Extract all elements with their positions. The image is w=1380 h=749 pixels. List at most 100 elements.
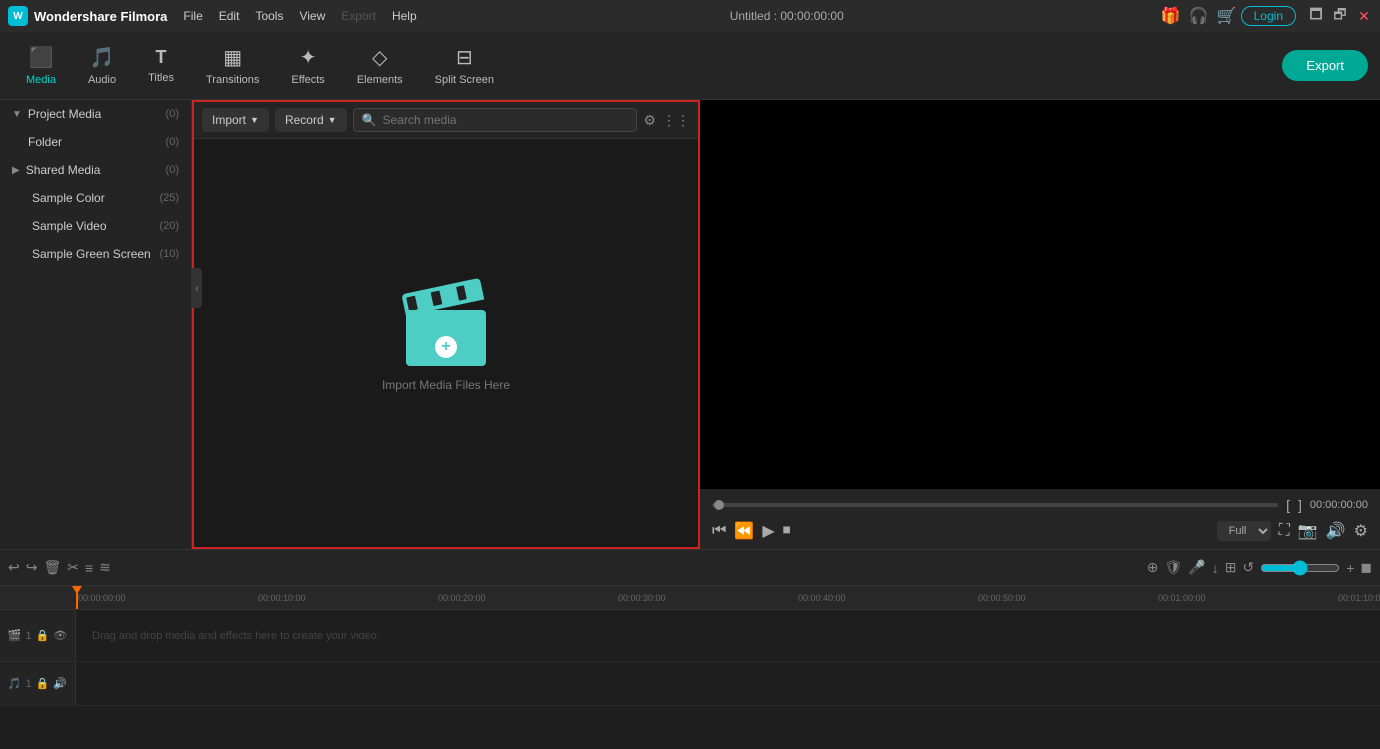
app-logo: W Wondershare Filmora bbox=[8, 6, 167, 26]
lock-icon[interactable]: 🔒 bbox=[36, 629, 50, 642]
sidebar-item-project-media[interactable]: ▼ Project Media (0) bbox=[0, 100, 191, 128]
seeker-dot[interactable] bbox=[714, 500, 724, 510]
frame-back-button[interactable]: ⏪ bbox=[734, 521, 754, 541]
volume-button[interactable]: 🔊 bbox=[1326, 521, 1346, 541]
stop-button[interactable]: ⏹ bbox=[783, 522, 791, 540]
sidebar-item-sample-video[interactable]: Sample Video (20) bbox=[0, 212, 191, 240]
video-track-body[interactable]: Drag and drop media and effects here to … bbox=[76, 610, 1380, 661]
menu-edit[interactable]: Edit bbox=[219, 9, 240, 23]
preview-panel: [ ] 00:00:00:00 ⏮ ⏪ ▶ ⏹ Full 1/2 1/4 ⛶ 📷… bbox=[700, 100, 1380, 549]
track-settings-button[interactable]: ⊞ bbox=[1225, 559, 1237, 576]
screenshot-button[interactable]: 📷 bbox=[1298, 521, 1318, 541]
sidebar-item-folder[interactable]: Folder (0) bbox=[0, 128, 191, 156]
toolbar-elements[interactable]: ◇ Elements bbox=[343, 39, 417, 92]
mark-button[interactable]: ◼ bbox=[1360, 559, 1372, 576]
play-button[interactable]: ▶ bbox=[762, 521, 774, 541]
elements-label: Elements bbox=[357, 74, 403, 86]
close-icon[interactable]: ✕ bbox=[1356, 8, 1372, 24]
redo-button[interactable]: ↪ bbox=[26, 559, 38, 576]
loop-button[interactable]: ↺ bbox=[1242, 559, 1254, 576]
login-button[interactable]: Login bbox=[1241, 6, 1296, 26]
ripple-button[interactable]: ≋ bbox=[99, 559, 111, 576]
title-bar: W Wondershare Filmora File Edit Tools Vi… bbox=[0, 0, 1380, 32]
menu-bar: File Edit Tools View Export Help bbox=[183, 9, 416, 23]
snap-button[interactable]: ⊕ bbox=[1147, 559, 1159, 576]
cart-icon[interactable]: 🛒 bbox=[1217, 6, 1237, 26]
delete-button[interactable]: 🗑 bbox=[43, 559, 61, 576]
ruler-mark-4: 00:00:40:00 bbox=[796, 593, 976, 603]
media-icon: ⬛ bbox=[29, 45, 54, 70]
headset-icon[interactable]: 🎧 bbox=[1189, 6, 1209, 26]
sidebar-item-sample-color[interactable]: Sample Color (25) bbox=[0, 184, 191, 212]
window-controls: 🗖 🗗 ✕ bbox=[1308, 8, 1372, 24]
record-button[interactable]: Record ▼ bbox=[275, 108, 347, 132]
video-track-header: 🎬 1 🔒 👁 bbox=[0, 610, 76, 661]
search-box[interactable]: 🔍 bbox=[353, 108, 638, 132]
project-media-count: (0) bbox=[166, 108, 179, 120]
zoom-in-button[interactable]: + bbox=[1346, 560, 1354, 576]
toolbar-transitions[interactable]: ▦ Transitions bbox=[192, 39, 273, 92]
mic-button[interactable]: 🎤 bbox=[1188, 559, 1205, 576]
audio-lock-icon[interactable]: 🔒 bbox=[36, 677, 50, 690]
record-label: Record bbox=[285, 113, 324, 127]
toolbar-titles[interactable]: T Titles bbox=[134, 41, 188, 90]
menu-file[interactable]: File bbox=[183, 9, 202, 23]
project-media-label: Project Media bbox=[28, 107, 162, 121]
fullscreen-button[interactable]: ⛶ bbox=[1279, 522, 1290, 540]
main-toolbar: ⬛ Media 🎵 Audio T Titles ▦ Transitions ✦… bbox=[0, 32, 1380, 100]
settings-button[interactable]: ⚙ bbox=[1354, 521, 1368, 541]
sidebar-item-sample-green-screen[interactable]: Sample Green Screen (10) bbox=[0, 240, 191, 268]
video-track-num: 🎬 bbox=[8, 629, 22, 642]
audio-track-header: 🎵 1 🔒 🔊 bbox=[0, 662, 76, 705]
in-point-bracket[interactable]: [ bbox=[1286, 497, 1290, 513]
collapse-arrow-icon: ▶ bbox=[12, 165, 20, 176]
toolbar-split-screen[interactable]: ⊟ Split Screen bbox=[421, 39, 508, 92]
timeline-ruler: 00:00:00:00 00:00:10:00 00:00:20:00 00:0… bbox=[0, 586, 1380, 610]
audio-track-icon: 🎵 bbox=[8, 677, 22, 690]
step-back-button[interactable]: ⏮ bbox=[712, 522, 726, 540]
adjust-button[interactable]: ≡ bbox=[85, 560, 93, 576]
audio-mute-icon[interactable]: 🔊 bbox=[53, 677, 67, 690]
menu-view[interactable]: View bbox=[299, 9, 325, 23]
menu-help[interactable]: Help bbox=[392, 9, 417, 23]
toolbar-audio[interactable]: 🎵 Audio bbox=[74, 39, 130, 92]
gift-icon[interactable]: 🎁 bbox=[1161, 6, 1181, 26]
quality-select[interactable]: Full 1/2 1/4 bbox=[1217, 521, 1271, 541]
import-button[interactable]: Import ▼ bbox=[202, 108, 269, 132]
sidebar-item-shared-media[interactable]: ▶ Shared Media (0) bbox=[0, 156, 191, 184]
audio-track-body[interactable] bbox=[76, 662, 1380, 705]
split-screen-label: Split Screen bbox=[435, 74, 494, 86]
split-screen-icon: ⊟ bbox=[456, 45, 473, 70]
ruler-mark-2: 00:00:20:00 bbox=[436, 593, 616, 603]
import-hint-text: Import Media Files Here bbox=[382, 378, 510, 392]
search-input[interactable] bbox=[383, 113, 629, 127]
sample-green-screen-label: Sample Green Screen bbox=[32, 247, 155, 261]
preview-timecode: 00:00:00:00 bbox=[1310, 499, 1368, 511]
menu-tools[interactable]: Tools bbox=[255, 9, 283, 23]
eye-icon[interactable]: 👁 bbox=[53, 629, 67, 642]
video-track-hint: Drag and drop media and effects here to … bbox=[92, 630, 380, 642]
toolbar-media[interactable]: ⬛ Media bbox=[12, 39, 70, 92]
seeker-bar[interactable] bbox=[712, 503, 1278, 507]
toolbar-effects[interactable]: ✦ Effects bbox=[277, 39, 338, 92]
maximize-icon[interactable]: 🗗 bbox=[1332, 8, 1348, 24]
grid-icon[interactable]: ⋮⋮ bbox=[662, 112, 690, 129]
shield-button[interactable]: 🛡 bbox=[1165, 559, 1183, 576]
media-panel: Import ▼ Record ▼ 🔍 ⚙ ⋮⋮ bbox=[192, 100, 700, 549]
audio-label: Audio bbox=[88, 74, 116, 86]
undo-button[interactable]: ↩ bbox=[8, 559, 20, 576]
zoom-slider[interactable] bbox=[1260, 560, 1340, 576]
out-point-bracket[interactable]: ] bbox=[1298, 497, 1302, 513]
media-drop-area[interactable]: + Import Media Files Here bbox=[194, 139, 698, 547]
clapboard-icon: + bbox=[406, 294, 486, 366]
menu-export[interactable]: Export bbox=[341, 9, 376, 23]
elements-icon: ◇ bbox=[372, 45, 387, 70]
playhead-triangle bbox=[72, 586, 82, 594]
cut-button[interactable]: ✂ bbox=[67, 559, 79, 576]
minimize-icon[interactable]: 🗖 bbox=[1308, 8, 1324, 24]
import-track-button[interactable]: ↓ bbox=[1212, 560, 1219, 576]
left-panel: ▼ Project Media (0) Folder (0) ▶ Shared … bbox=[0, 100, 192, 549]
export-button[interactable]: Export bbox=[1282, 50, 1368, 81]
import-dropdown-arrow-icon: ▼ bbox=[250, 115, 259, 125]
filter-icon[interactable]: ⚙ bbox=[643, 112, 656, 129]
